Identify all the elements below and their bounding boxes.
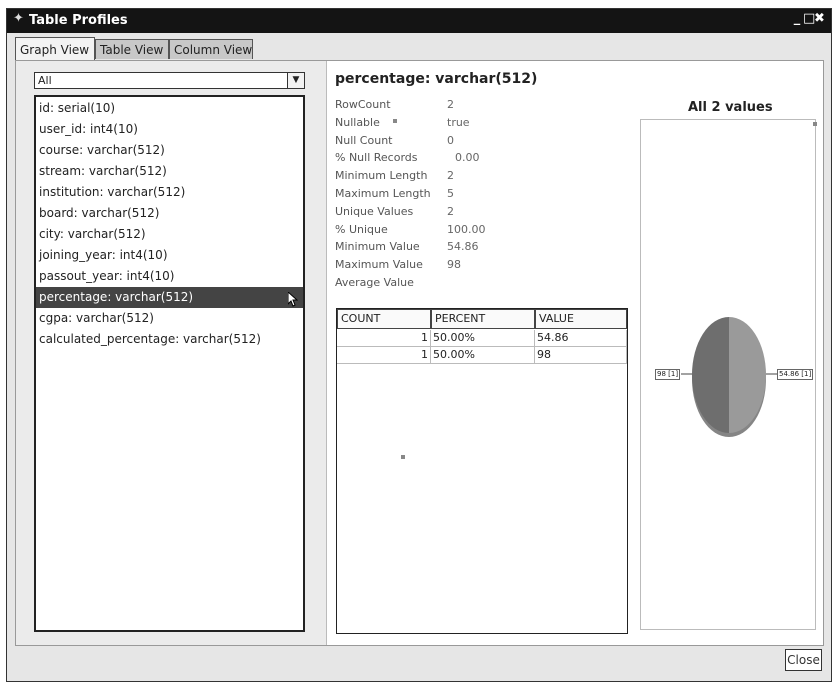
column-list-item[interactable]: joining_year: int4(10): [36, 245, 303, 266]
close-button[interactable]: Close: [785, 649, 822, 671]
chart-title: All 2 values: [688, 100, 773, 115]
column-detail-title: percentage: varchar(512): [335, 71, 538, 87]
tab-table-view[interactable]: Table View: [95, 39, 169, 59]
stat-label: Unique Values: [335, 204, 414, 218]
stat-value: 0.00: [455, 151, 480, 165]
column-details-panel: percentage: varchar(512) RowCount 2 Nullab…: [327, 61, 823, 645]
stat-value: 0: [447, 133, 454, 147]
stat-value: 98: [447, 258, 461, 272]
stat-label: Null Count: [335, 133, 393, 147]
column-list-item[interactable]: course: varchar(512): [36, 140, 303, 161]
table-profiles-window: ✦ Table Profiles _ □✖ Graph View Table Vi…: [6, 8, 832, 682]
table-cell[interactable]: 1: [337, 347, 431, 364]
column-list-item[interactable]: percentage: varchar(512): [36, 287, 303, 308]
column-list-item[interactable]: user_id: int4(10): [36, 119, 303, 140]
column-list-item[interactable]: city: varchar(512): [36, 224, 303, 245]
stat-value: 54.86: [447, 240, 479, 254]
pie-chart-area: 98 [1] 54.86 [1]: [640, 119, 817, 630]
stat-value: 2: [447, 98, 454, 111]
title-bar[interactable]: ✦ Table Profiles _ □✖: [7, 9, 831, 33]
column-list[interactable]: id: serial(10) user_id: int4(10) course: v…: [34, 95, 305, 632]
chevron-down-icon[interactable]: ▼: [287, 73, 304, 88]
stat-label: Average Value: [335, 276, 414, 289]
window-title: Table Profiles: [29, 13, 128, 28]
pie-label-98: 98 [1]: [655, 369, 681, 380]
pie-slice-98[interactable]: [692, 317, 729, 433]
app-icon: ✦: [13, 11, 24, 26]
stat-label: Maximum Value: [335, 258, 423, 272]
tab-column-view[interactable]: Column View: [169, 39, 253, 59]
table-cell[interactable]: 54.86: [535, 330, 627, 347]
stat-label: % Null Records: [335, 151, 418, 165]
pie-label-54-86: 54.86 [1]: [777, 369, 814, 380]
column-list-item[interactable]: passout_year: int4(10): [36, 266, 303, 287]
column-filter-select[interactable]: All ▼: [34, 72, 305, 89]
column-filter-value: All: [38, 74, 52, 87]
stat-value: 5: [447, 187, 454, 200]
stat-label: Nullable: [335, 115, 380, 129]
stat-value: 2: [447, 204, 454, 218]
header-percent[interactable]: PERCENT: [431, 309, 535, 329]
column-list-item[interactable]: cgpa: varchar(512): [36, 308, 303, 329]
table-cell[interactable]: 50.00%: [431, 330, 535, 347]
table-cell[interactable]: 50.00%: [431, 347, 535, 364]
minimize-icon[interactable]: _: [792, 11, 803, 26]
column-list-item[interactable]: id: serial(10): [36, 98, 303, 119]
marker-dot: [401, 455, 405, 459]
stat-label: RowCount: [335, 98, 391, 111]
mouse-cursor-icon: [288, 292, 298, 307]
marker-dot: [393, 119, 397, 123]
value-distribution-table: COUNT PERCENT VALUE 1 50.00% 54.86 1 50.00% 9…: [336, 308, 628, 634]
column-list-item[interactable]: board: varchar(512): [36, 203, 303, 224]
stat-label: Maximum Length: [335, 187, 431, 200]
stat-label: % Unique: [335, 222, 388, 236]
pie-slice-54-86[interactable]: [729, 317, 766, 433]
header-count[interactable]: COUNT: [337, 309, 431, 329]
close-icon[interactable]: ✖: [814, 11, 825, 26]
column-list-item[interactable]: institution: varchar(512): [36, 182, 303, 203]
stat-label: Minimum Length: [335, 169, 428, 183]
column-list-item[interactable]: stream: varchar(512): [36, 161, 303, 182]
column-list-item[interactable]: calculated_percentage: varchar(512): [36, 329, 303, 350]
header-value[interactable]: VALUE: [535, 309, 627, 329]
stat-value: 2: [447, 169, 454, 183]
tab-graph-view[interactable]: Graph View: [15, 37, 95, 61]
graph-view-panel: All ▼ id: serial(10) user_id: int4(10) cou…: [15, 60, 824, 646]
stat-label: Minimum Value: [335, 240, 420, 254]
table-cell[interactable]: 1: [337, 330, 431, 347]
table-cell[interactable]: 98: [535, 347, 627, 364]
stat-value: true: [447, 115, 470, 129]
column-selector-panel: All ▼ id: serial(10) user_id: int4(10) cou…: [16, 61, 327, 645]
maximize-icon[interactable]: □: [803, 11, 815, 26]
stat-value: 100.00: [447, 222, 486, 236]
